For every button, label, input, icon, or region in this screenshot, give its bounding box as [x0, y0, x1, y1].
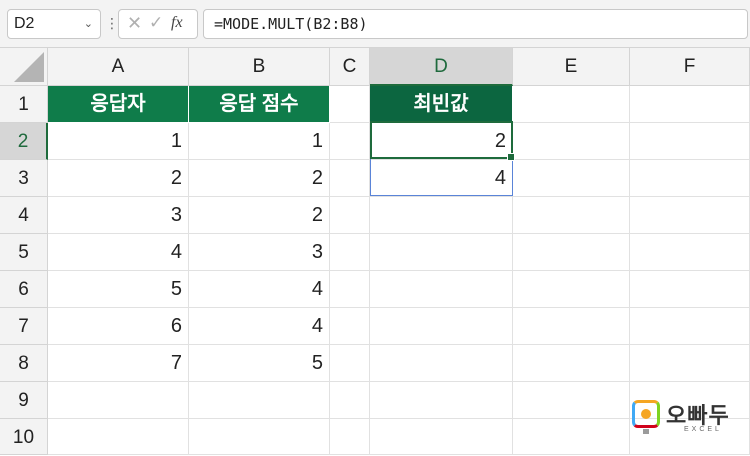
cell-b2[interactable]: 1	[189, 123, 330, 160]
grid-cell[interactable]	[370, 419, 513, 455]
cell-a7[interactable]: 6	[48, 308, 189, 345]
grid-cell[interactable]	[330, 419, 370, 455]
grid-cell[interactable]	[513, 86, 630, 123]
brand-logo: 오빠두 EXCEL	[632, 398, 732, 442]
grid-cell[interactable]	[630, 345, 750, 382]
grid-cell[interactable]	[513, 234, 630, 271]
grid-cell[interactable]	[513, 345, 630, 382]
grid-cell[interactable]	[330, 197, 370, 234]
row-header-4[interactable]: 4	[0, 197, 48, 234]
grid-cell[interactable]	[513, 197, 630, 234]
cell-a6[interactable]: 5	[48, 271, 189, 308]
grid-cell[interactable]	[48, 419, 189, 455]
grid-cell[interactable]	[630, 234, 750, 271]
grid-cell[interactable]	[330, 234, 370, 271]
grid-cell[interactable]	[370, 382, 513, 419]
grid-cell[interactable]	[330, 123, 370, 160]
row-header-7[interactable]: 7	[0, 308, 48, 345]
column-header-c[interactable]: C	[330, 48, 370, 86]
grid-cell[interactable]	[189, 382, 330, 419]
cell-b5[interactable]: 3	[189, 234, 330, 271]
grid-cell[interactable]	[630, 308, 750, 345]
chevron-down-icon[interactable]: ⌄	[84, 10, 93, 38]
check-icon[interactable]: ✓	[149, 13, 163, 33]
row-header-3[interactable]: 3	[0, 160, 48, 197]
monitor-logo-icon	[632, 400, 660, 428]
grid-cell[interactable]	[330, 345, 370, 382]
grid-cell[interactable]	[370, 308, 513, 345]
column-header-a[interactable]: A	[48, 48, 189, 86]
grid-cell[interactable]	[513, 308, 630, 345]
name-box[interactable]: D2 ⌄	[7, 9, 101, 39]
grid-cell[interactable]	[513, 123, 630, 160]
select-all-button[interactable]	[0, 48, 48, 86]
cell-a1-header[interactable]: 응답자	[48, 86, 189, 123]
cell-a3[interactable]: 2	[48, 160, 189, 197]
cell-d3[interactable]: 4	[370, 160, 513, 197]
row-header-10[interactable]: 10	[0, 419, 48, 455]
logo-subtitle: EXCEL	[684, 426, 722, 433]
cell-b1-header[interactable]: 응답 점수	[189, 86, 330, 123]
grid-cell[interactable]	[513, 419, 630, 455]
cell-a4[interactable]: 3	[48, 197, 189, 234]
grid-cell[interactable]	[48, 382, 189, 419]
more-options-icon[interactable]: ⋮	[105, 13, 119, 33]
grid-cell[interactable]	[330, 160, 370, 197]
cancel-icon[interactable]: ✕	[127, 13, 142, 34]
insert-function-icon[interactable]: fx	[171, 14, 183, 32]
row-header-2[interactable]: 2	[0, 123, 48, 160]
grid-cell[interactable]	[630, 86, 750, 123]
row-header-5[interactable]: 5	[0, 234, 48, 271]
cell-b7[interactable]: 4	[189, 308, 330, 345]
grid-cell[interactable]	[630, 123, 750, 160]
grid-cell[interactable]	[330, 308, 370, 345]
grid-cell[interactable]	[630, 160, 750, 197]
grid-cell[interactable]	[370, 197, 513, 234]
formula-input[interactable]: =MODE.MULT(B2:B8)	[203, 9, 748, 39]
grid-cell[interactable]	[370, 345, 513, 382]
row-header-9[interactable]: 9	[0, 382, 48, 419]
grid-cell[interactable]	[330, 271, 370, 308]
column-header-d[interactable]: D	[370, 48, 513, 86]
grid-cell[interactable]	[189, 419, 330, 455]
cell-d2[interactable]: 2	[370, 123, 513, 160]
grid-cell[interactable]	[630, 271, 750, 308]
cell-a8[interactable]: 7	[48, 345, 189, 382]
row-header-1[interactable]: 1	[0, 86, 48, 123]
monitor-stand-icon	[643, 429, 649, 434]
column-header-b[interactable]: B	[189, 48, 330, 86]
cell-a2[interactable]: 1	[48, 123, 189, 160]
row-header-8[interactable]: 8	[0, 345, 48, 382]
name-box-value: D2	[14, 15, 35, 32]
grid-cell[interactable]	[330, 382, 370, 419]
cell-b3[interactable]: 2	[189, 160, 330, 197]
grid-cell[interactable]	[370, 271, 513, 308]
column-header-e[interactable]: E	[513, 48, 630, 86]
cell-a5[interactable]: 4	[48, 234, 189, 271]
grid-cell[interactable]	[330, 86, 370, 123]
grid-cell[interactable]	[630, 197, 750, 234]
column-header-f[interactable]: F	[630, 48, 750, 86]
cell-b4[interactable]: 2	[189, 197, 330, 234]
cell-d1-header[interactable]: 최빈값	[370, 86, 513, 123]
grid-cell[interactable]	[513, 382, 630, 419]
grid-cell[interactable]	[370, 234, 513, 271]
cell-b8[interactable]: 5	[189, 345, 330, 382]
row-header-6[interactable]: 6	[0, 271, 48, 308]
grid-cell[interactable]	[513, 160, 630, 197]
grid-cell[interactable]	[513, 271, 630, 308]
formula-bar: D2 ⌄ ⋮ ✕ ✓ fx =MODE.MULT(B2:B8)	[0, 0, 750, 48]
formula-buttons: ✕ ✓ fx	[118, 9, 198, 39]
select-all-triangle-icon	[14, 52, 44, 82]
cell-b6[interactable]: 4	[189, 271, 330, 308]
